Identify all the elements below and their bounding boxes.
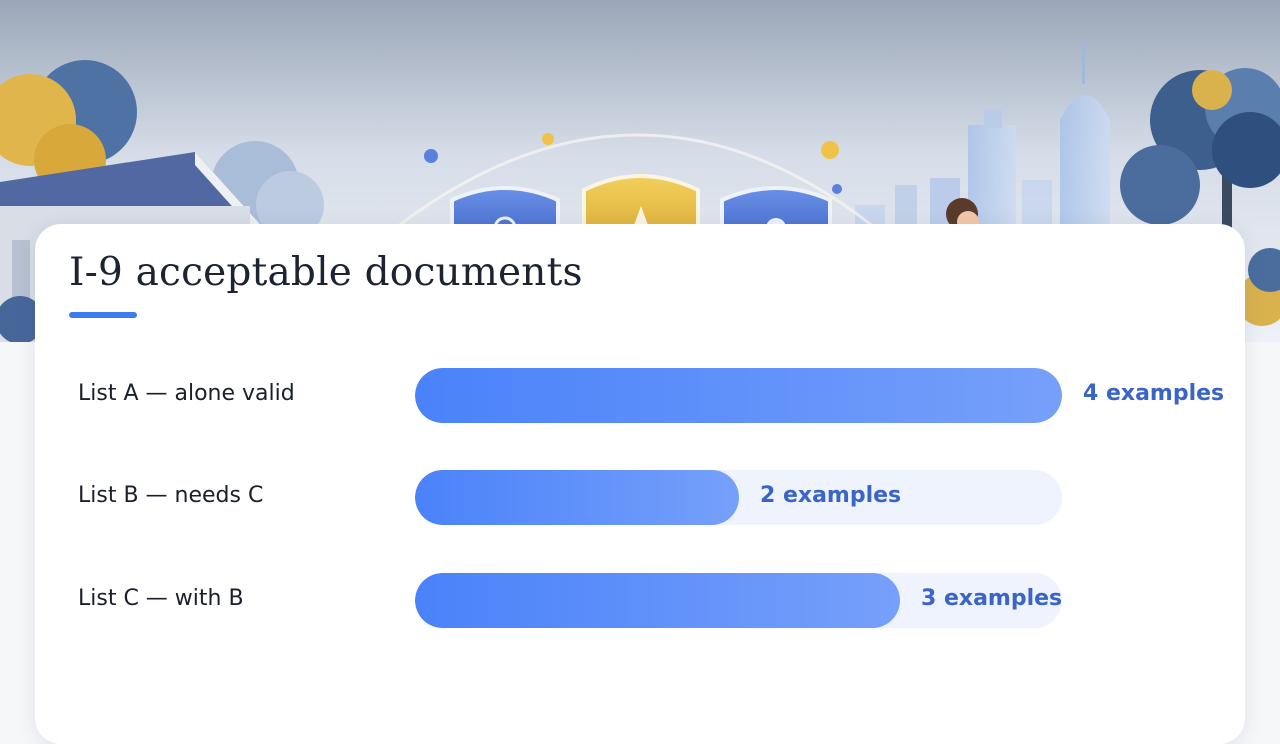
bar-track [415,470,1062,525]
value-label: 2 examples [760,483,902,508]
category-label: List A — alone valid [78,381,295,406]
category-label: List B — needs C [78,483,264,508]
chart-card: I-9 acceptable documents List A — alone … [35,224,1245,744]
value-label: 3 examples [921,586,1063,611]
category-label: List C — with B [78,586,244,611]
bar [415,470,739,525]
bar-track [415,368,1062,423]
value-label: 4 examples [1083,381,1225,406]
bar-chart: List A — alone valid 4 examples List B — n… [35,224,1245,744]
bar [415,368,1062,423]
bar [415,573,900,628]
